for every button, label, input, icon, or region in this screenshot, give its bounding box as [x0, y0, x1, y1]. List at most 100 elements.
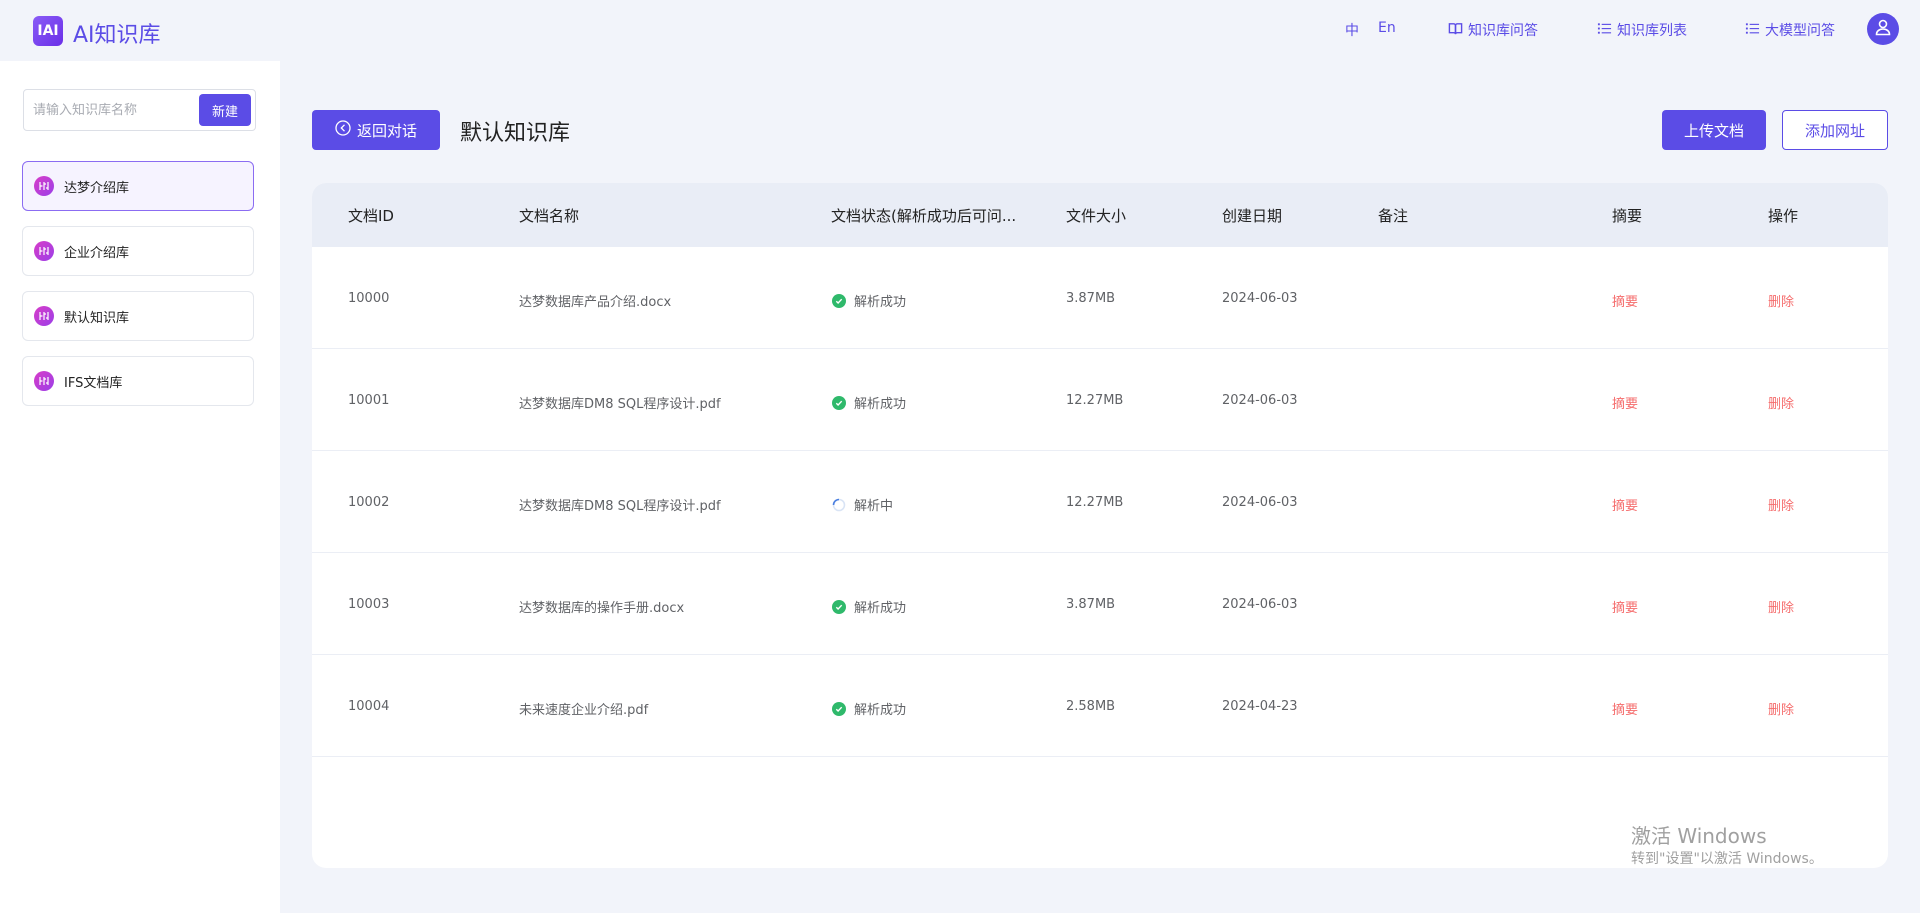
doc-size: 3.87MB	[1066, 291, 1116, 306]
windows-activation-watermark: 激活 Windows	[1631, 824, 1767, 848]
doc-name: 达梦数据库产品介绍.docx	[519, 295, 672, 310]
sidebar-item-label: 企业介绍库	[64, 245, 130, 261]
new-kb-button[interactable]: 新建	[199, 94, 251, 126]
doc-size: 3.87MB	[1066, 597, 1116, 612]
doc-name: 达梦数据库的操作手册.docx	[519, 601, 685, 616]
add-url-button[interactable]: 添加网址	[1782, 110, 1888, 150]
nav-kb-list[interactable]: 知识库列表	[1597, 20, 1687, 40]
doc-status: 解析成功	[832, 291, 906, 310]
sidebar-item-kb[interactable]: 达梦介绍库	[22, 161, 254, 211]
summary-link[interactable]: 摘要	[1612, 597, 1638, 616]
book-icon	[1448, 21, 1463, 40]
delete-link[interactable]: 删除	[1768, 291, 1794, 310]
doc-date: 2024-06-03	[1222, 393, 1298, 408]
check-circle-icon	[832, 293, 846, 308]
lang-zh-button[interactable]: 中	[1345, 20, 1359, 40]
doc-status-label: 解析成功	[854, 601, 907, 616]
column-header: 文档状态(解析成功后可问...	[831, 207, 1017, 225]
sidebar-item-kb[interactable]: 企业介绍库	[22, 226, 254, 276]
doc-date: 2024-06-03	[1222, 495, 1298, 510]
column-header: 备注	[1378, 207, 1409, 225]
page-title: 默认知识库	[460, 121, 571, 146]
user-avatar[interactable]	[1867, 13, 1899, 45]
table-header: 文档ID 文档名称 文档状态(解析成功后可问... 文件大小 创建日期 备注 摘…	[312, 183, 1888, 247]
column-header: 文件大小	[1066, 207, 1127, 225]
doc-date: 2024-06-03	[1222, 291, 1298, 306]
doc-status-label: 解析中	[854, 499, 894, 514]
doc-id: 10002	[348, 495, 390, 510]
kb-search-input[interactable]	[24, 91, 194, 129]
kb-db-icon	[34, 176, 54, 196]
summary-link[interactable]: 摘要	[1612, 699, 1638, 718]
table-row: 10003 达梦数据库的操作手册.docx 解析成功 3.87MB 2024-0…	[312, 553, 1888, 655]
sidebar-item-label: 默认知识库	[64, 310, 130, 326]
lang-en-button[interactable]: En	[1378, 20, 1396, 36]
nav-kb-list-label: 知识库列表	[1617, 23, 1687, 39]
delete-link[interactable]: 删除	[1768, 597, 1794, 616]
kb-db-icon	[34, 371, 54, 391]
doc-id: 10004	[348, 699, 390, 714]
delete-link[interactable]: 删除	[1768, 393, 1794, 412]
kb-search-box: 新建	[23, 89, 256, 131]
kb-db-icon	[34, 241, 54, 261]
check-circle-icon	[832, 701, 846, 716]
column-header: 创建日期	[1222, 207, 1283, 225]
sidebar-item-kb[interactable]: IFS文档库	[22, 356, 254, 406]
doc-status-label: 解析成功	[854, 703, 907, 718]
nav-llm-qa-label: 大模型问答	[1765, 23, 1835, 39]
column-header: 操作	[1768, 207, 1799, 225]
check-circle-icon	[832, 395, 846, 410]
delete-link[interactable]: 删除	[1768, 699, 1794, 718]
summary-link[interactable]: 摘要	[1612, 393, 1638, 412]
doc-date: 2024-04-23	[1222, 699, 1298, 714]
doc-size: 12.27MB	[1066, 393, 1124, 408]
nav-kb-qa-label: 知识库问答	[1468, 23, 1538, 39]
doc-date: 2024-06-03	[1222, 597, 1298, 612]
check-circle-icon	[832, 599, 846, 614]
summary-link[interactable]: 摘要	[1612, 291, 1638, 310]
nav-llm-qa[interactable]: 大模型问答	[1745, 20, 1835, 40]
list-icon	[1745, 21, 1760, 40]
column-header: 文档名称	[519, 207, 580, 225]
back-to-chat-label: 返回对话	[356, 121, 417, 140]
user-icon	[1874, 18, 1892, 40]
doc-size: 12.27MB	[1066, 495, 1124, 510]
doc-id: 10003	[348, 597, 390, 612]
doc-status: 解析成功	[832, 597, 906, 616]
documents-table: 文档ID 文档名称 文档状态(解析成功后可问... 文件大小 创建日期 备注 摘…	[312, 183, 1888, 868]
doc-id: 10000	[348, 291, 390, 306]
doc-status: 解析成功	[832, 393, 906, 412]
back-to-chat-button[interactable]: 返回对话	[312, 110, 440, 150]
chevron-left-circle-icon	[335, 120, 351, 140]
column-header: 摘要	[1612, 207, 1643, 225]
table-row: 10001 达梦数据库DM8 SQL程序设计.pdf 解析成功 12.27MB …	[312, 349, 1888, 451]
top-header: IAI AI知识库 中 En 知识库问答 知识库列表 大模型问答	[0, 0, 1920, 61]
sidebar-item-label: 达梦介绍库	[64, 180, 130, 196]
table-row: 10002 达梦数据库DM8 SQL程序设计.pdf 解析中 12.27MB 2…	[312, 451, 1888, 553]
windows-activation-hint: 转到"设置"以激活 Windows。	[1631, 851, 1823, 867]
sidebar: 新建 达梦介绍库 企业介绍库 默认知识库 IFS文档库	[0, 61, 280, 913]
doc-name: 达梦数据库DM8 SQL程序设计.pdf	[519, 397, 721, 412]
delete-link[interactable]: 删除	[1768, 495, 1794, 514]
doc-id: 10001	[348, 393, 390, 408]
doc-status-label: 解析成功	[854, 397, 907, 412]
doc-status: 解析中	[832, 495, 893, 514]
doc-name: 达梦数据库DM8 SQL程序设计.pdf	[519, 499, 721, 514]
doc-size: 2.58MB	[1066, 699, 1116, 714]
app-logo: IAI	[33, 16, 63, 46]
table-row: 10000 达梦数据库产品介绍.docx 解析成功 3.87MB 2024-06…	[312, 247, 1888, 349]
table-row: 10004 未来速度企业介绍.pdf 解析成功 2.58MB 2024-04-2…	[312, 655, 1888, 757]
sidebar-item-kb[interactable]: 默认知识库	[22, 291, 254, 341]
summary-link[interactable]: 摘要	[1612, 495, 1638, 514]
sidebar-item-label: IFS文档库	[64, 375, 123, 391]
doc-status: 解析成功	[832, 699, 906, 718]
upload-doc-button[interactable]: 上传文档	[1662, 110, 1766, 150]
loading-spinner-icon	[832, 498, 846, 512]
app-title: AI知识库	[73, 23, 161, 48]
doc-name: 未来速度企业介绍.pdf	[519, 703, 649, 718]
column-header: 文档ID	[348, 207, 394, 225]
kb-db-icon	[34, 306, 54, 326]
doc-status-label: 解析成功	[854, 295, 907, 310]
nav-kb-qa[interactable]: 知识库问答	[1448, 20, 1538, 40]
list-icon	[1597, 21, 1612, 40]
